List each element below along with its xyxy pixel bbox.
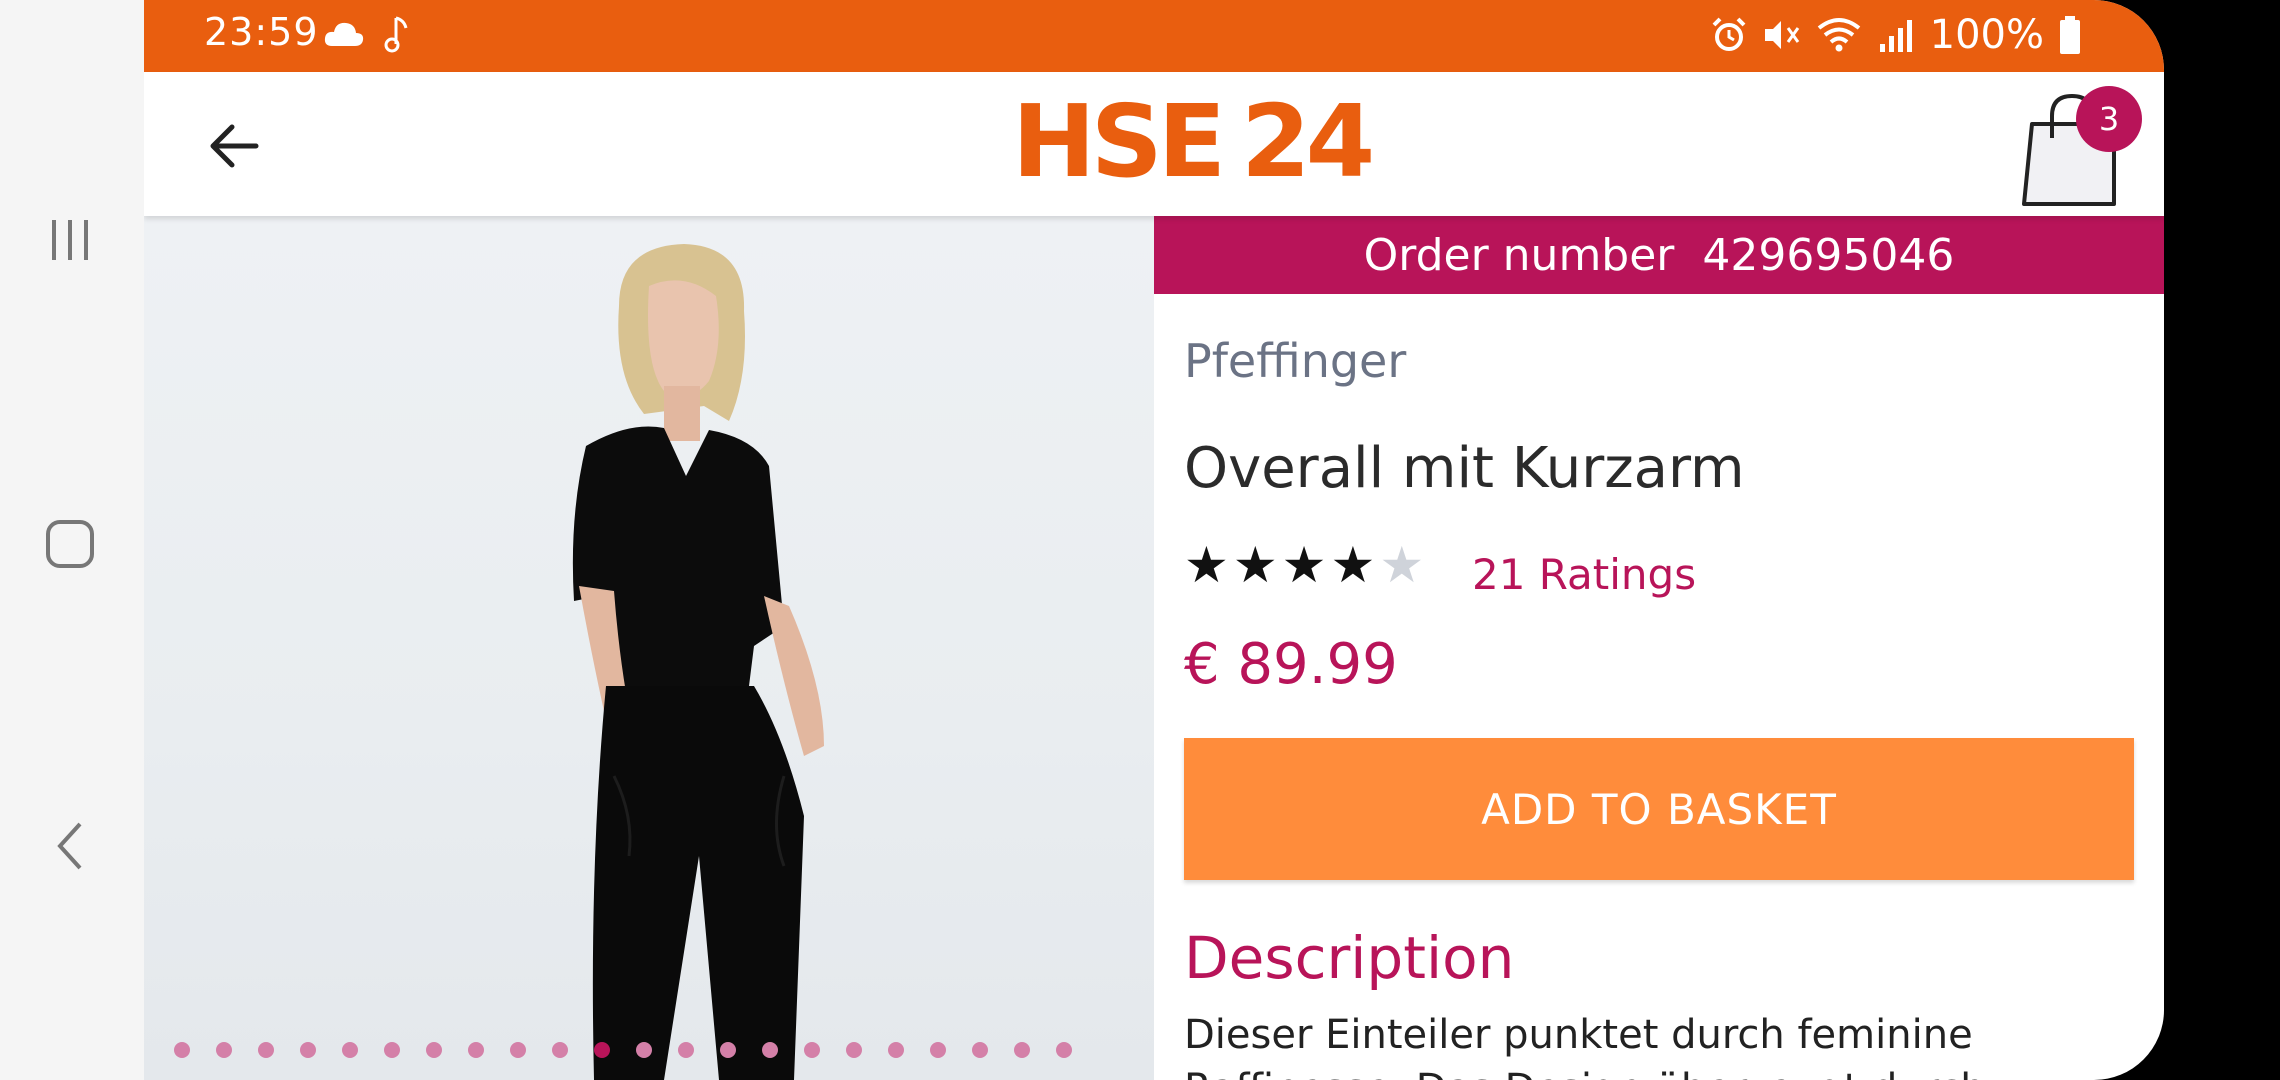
app-screen: 23:59 100% HSE 24 3 Order number 4296950…: [144, 0, 2164, 1080]
pagination-dot[interactable]: [678, 1042, 694, 1058]
cloud-icon: [324, 22, 364, 46]
description-heading: Description: [1184, 924, 1515, 992]
arrow-left-icon: [210, 124, 259, 168]
mute-icon: [1764, 21, 1799, 49]
recent-apps-button[interactable]: [34, 204, 106, 276]
pagination-dot[interactable]: [552, 1042, 568, 1058]
description-text: Dieser Einteiler punktet durch feminine …: [1184, 1012, 1986, 1080]
system-navigation-bar: [0, 0, 144, 1080]
product-photo-model: [572, 244, 824, 1080]
product-title: Overall mit Kurzarm: [1184, 436, 1745, 501]
pagination-dot[interactable]: [426, 1042, 442, 1058]
chevron-left-icon: [57, 822, 82, 870]
pagination-dot[interactable]: [300, 1042, 316, 1058]
pagination-dot[interactable]: [804, 1042, 820, 1058]
pagination-dot[interactable]: [972, 1042, 988, 1058]
pagination-dot[interactable]: [1056, 1042, 1072, 1058]
pagination-dot[interactable]: [258, 1042, 274, 1058]
logo-text-hse: HSE: [1012, 83, 1226, 200]
pagination-dot[interactable]: [636, 1042, 652, 1058]
pagination-dot[interactable]: [720, 1042, 736, 1058]
order-number-banner: Order number 429695046: [1154, 216, 2164, 294]
star-empty-icon: ★: [1379, 536, 1425, 594]
star-filled-icon: ★: [1281, 536, 1327, 594]
pagination-dot[interactable]: [510, 1042, 526, 1058]
status-time: 23:59: [204, 10, 319, 54]
battery-percent: 100%: [1929, 12, 2044, 58]
order-number-value: 429695046: [1702, 229, 1955, 281]
hse24-logo[interactable]: HSE 24: [1012, 92, 1375, 192]
app-header: HSE 24 3: [144, 72, 2164, 216]
product-price: € 89.99: [1184, 632, 1398, 697]
basket-count-badge: 3: [2076, 86, 2142, 152]
alarm-icon: [1712, 17, 1746, 51]
star-filled-icon: ★: [1184, 536, 1229, 594]
star-filled-icon: ★: [1232, 536, 1278, 594]
music-note-icon: [384, 16, 408, 53]
back-nav-button[interactable]: [34, 810, 106, 882]
pagination-dot[interactable]: [930, 1042, 946, 1058]
status-bar: 23:59 100%: [144, 0, 2164, 72]
pagination-dot[interactable]: [468, 1042, 484, 1058]
pagination-dot[interactable]: [342, 1042, 358, 1058]
recent-apps-icon: [52, 220, 88, 260]
pagination-dot[interactable]: [846, 1042, 862, 1058]
pagination-dot[interactable]: [174, 1042, 190, 1058]
back-button[interactable]: [194, 106, 274, 186]
image-pagination-dots: [174, 1042, 1072, 1058]
signal-icon: [1879, 20, 1912, 52]
pagination-dot[interactable]: [384, 1042, 400, 1058]
rating-stars[interactable]: ★ ★ ★ ★ ★: [1184, 540, 1424, 590]
home-icon: [46, 520, 94, 568]
order-number-label: Order number: [1363, 229, 1675, 281]
pagination-dot[interactable]: [1014, 1042, 1030, 1058]
product-image[interactable]: [144, 216, 1154, 1080]
pagination-dot[interactable]: [888, 1042, 904, 1058]
product-brand[interactable]: Pfeffinger: [1184, 334, 1406, 388]
star-filled-icon: ★: [1330, 536, 1376, 594]
pagination-dot[interactable]: [216, 1042, 232, 1058]
add-to-basket-button[interactable]: ADD TO BASKET: [1184, 738, 2134, 880]
wifi-icon: [1817, 18, 1860, 52]
logo-text-24: 24: [1241, 83, 1375, 200]
pagination-dot[interactable]: [762, 1042, 778, 1058]
home-button[interactable]: [34, 508, 106, 580]
ratings-link[interactable]: 21 Ratings: [1472, 550, 1696, 599]
pagination-dot[interactable]: [594, 1042, 610, 1058]
battery-icon: [2060, 16, 2080, 54]
